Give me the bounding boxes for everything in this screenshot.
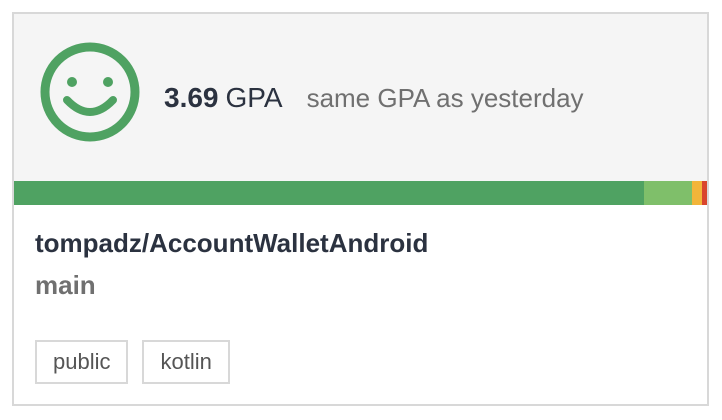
gpa-value: 3.69 (164, 82, 219, 113)
gpa-unit: GPA (225, 82, 283, 113)
repo-name-link[interactable]: tompadz/AccountWalletAndroid (35, 228, 428, 259)
rating-segment-d (702, 181, 707, 205)
tag-public[interactable]: public (35, 340, 129, 384)
branch-name: main (35, 270, 96, 300)
tag-kotlin[interactable]: kotlin (142, 340, 230, 384)
rating-segment-b (644, 181, 692, 205)
rating-segment-a (14, 181, 644, 205)
rating-distribution-bar (14, 181, 707, 205)
rating-segment-c (692, 181, 702, 205)
repo-card[interactable]: 3.69 GPA same GPA as yesterday tompadz/A… (12, 12, 709, 406)
tag-list: public kotlin (35, 340, 244, 384)
card-header: 3.69 GPA same GPA as yesterday (14, 14, 707, 181)
gpa-change-text: same GPA as yesterday (306, 83, 584, 113)
gpa-summary: 3.69 GPA same GPA as yesterday (164, 82, 584, 122)
smiley-icon (40, 42, 140, 142)
